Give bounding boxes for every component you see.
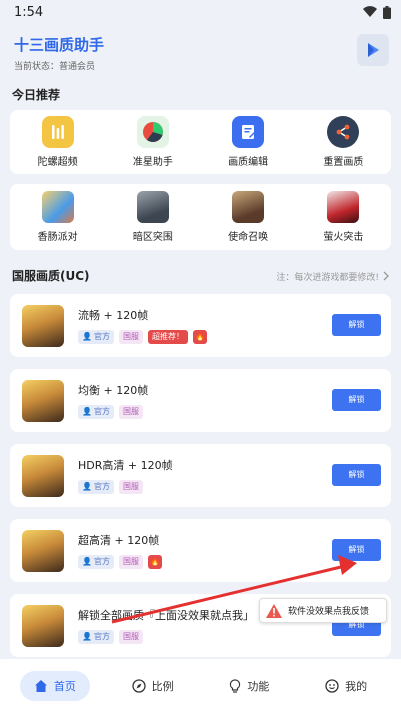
status-bar: 1:54 — [0, 0, 401, 24]
tab-label: 我的 — [345, 680, 368, 693]
gyro-icon — [41, 116, 74, 148]
app-header: 十三画质助手 当前状态：普通会员 — [0, 24, 401, 84]
tab-ratio[interactable]: 比例 — [118, 671, 188, 701]
wifi-icon — [363, 6, 377, 18]
home-icon — [34, 680, 47, 692]
preset-tags: 👤 官方 国服 — [78, 405, 148, 419]
unlock-button[interactable]: 解锁 — [332, 464, 381, 486]
cn-tag: 国服 — [118, 330, 143, 344]
preset-title: 均衡 + 120帧 — [78, 384, 149, 397]
recommend-tag: 超推荐！ — [147, 330, 188, 344]
game-label: 暗区突围 — [132, 232, 173, 243]
fire-icon: 🔥 — [192, 330, 207, 344]
game-call-of-duty[interactable]: 使命召唤 — [208, 191, 288, 243]
warning-icon — [266, 603, 282, 618]
game-sausage-party[interactable]: 香肠派对 — [18, 191, 98, 243]
play-icon — [368, 43, 379, 57]
official-tag: 👤 官方 — [78, 480, 114, 494]
user-icon: 👤 — [82, 482, 92, 491]
preset-title: HDR高清 + 120帧 — [78, 459, 173, 472]
smile-icon — [325, 679, 339, 693]
preset-item: 流畅 + 120帧 👤 官方 国服 超推荐！ 🔥 解锁 — [10, 294, 391, 357]
feedback-button[interactable]: 软件没效果点我反馈 — [259, 598, 387, 623]
bulb-icon — [230, 679, 241, 693]
game-firefly-icon — [327, 191, 360, 223]
tools-card: 陀螺超频 准星助手 画质编辑 重置画质 — [10, 110, 391, 174]
tab-home[interactable]: 首页 — [19, 671, 90, 701]
cn-tag: 国服 — [118, 480, 143, 494]
today-section-title: 今日推荐 — [12, 88, 61, 102]
member-status: 当前状态：普通会员 — [14, 62, 96, 72]
status-time: 1:54 — [14, 4, 44, 20]
user-icon: 👤 — [82, 407, 92, 416]
tool-gyro[interactable]: 陀螺超频 — [18, 116, 98, 168]
games-card: 香肠派对 暗区突围 使命召唤 萤火突击 — [10, 184, 391, 250]
pubg-thumbnail — [22, 454, 64, 497]
tool-reset[interactable]: 重置画质 — [303, 116, 383, 168]
preset-title: 解锁全部画质『上面没效果就点我」 — [78, 609, 253, 622]
preset-title: 超高清 + 120帧 — [78, 534, 160, 547]
play-button[interactable] — [357, 34, 389, 66]
pubg-thumbnail — [22, 604, 64, 647]
preset-item: HDR高清 + 120帧 👤 官方 国服 解锁 — [10, 444, 391, 507]
pubg-thumbnail — [22, 529, 64, 572]
status-icons — [363, 5, 391, 19]
official-tag: 👤 官方 — [78, 630, 114, 644]
compass-icon — [131, 679, 146, 693]
tab-features[interactable]: 功能 — [215, 671, 283, 701]
cn-section-header: 国服画质(UC) 注：每次进游戏都要修改! — [0, 264, 401, 288]
preset-tags: 👤 官方 国服 — [78, 630, 253, 644]
tool-label: 准星助手 — [132, 157, 173, 168]
cn-tag: 国服 — [118, 405, 143, 419]
tool-crosshair[interactable]: 准星助手 — [113, 116, 193, 168]
game-duty-icon — [232, 191, 265, 223]
edit-icon — [232, 116, 265, 148]
user-icon: 👤 — [82, 332, 92, 341]
game-arena-breakout[interactable]: 暗区突围 — [113, 191, 193, 243]
game-label: 香肠派对 — [37, 232, 78, 243]
preset-item: 超高清 + 120帧 👤 官方 国服 🔥 解锁 — [10, 519, 391, 582]
tool-label: 重置画质 — [323, 157, 364, 168]
chevron-right-icon — [383, 271, 389, 281]
user-icon: 👤 — [82, 632, 92, 641]
tab-mine[interactable]: 我的 — [311, 671, 381, 701]
preset-tags: 👤 官方 国服 🔥 — [78, 555, 162, 569]
unlock-button[interactable]: 解锁 — [332, 314, 381, 336]
cn-tag: 国服 — [118, 555, 143, 569]
tab-label: 功能 — [247, 680, 270, 693]
cn-tag: 国服 — [118, 630, 143, 644]
tool-edit[interactable]: 画质编辑 — [208, 116, 288, 168]
preset-tags: 👤 官方 国服 超推荐！ 🔥 — [78, 330, 207, 344]
feedback-label: 软件没效果点我反馈 — [288, 607, 370, 617]
cn-section-title: 国服画质(UC) — [12, 269, 90, 283]
game-firefly-assault[interactable]: 萤火突击 — [303, 191, 383, 243]
crosshair-pie-icon — [136, 116, 169, 148]
official-tag: 👤 官方 — [78, 555, 114, 569]
tab-label: 首页 — [53, 680, 76, 693]
app-title: 十三画质助手 — [14, 36, 105, 54]
unlock-button[interactable]: 解锁 — [332, 539, 381, 561]
battery-icon — [383, 5, 391, 19]
share-icon — [327, 116, 360, 148]
game-label: 使命召唤 — [228, 232, 269, 243]
unlock-button[interactable]: 解锁 — [332, 389, 381, 411]
official-tag: 👤 官方 — [78, 405, 114, 419]
tab-label: 比例 — [151, 680, 174, 693]
preset-title: 流畅 + 120帧 — [78, 309, 149, 322]
game-sausage-icon — [41, 191, 74, 223]
pubg-thumbnail — [22, 379, 64, 422]
cn-hint: 注：每次进游戏都要修改! — [276, 270, 389, 283]
hint-text: 注：每次进游戏都要修改! — [276, 272, 379, 283]
pubg-thumbnail — [22, 304, 64, 347]
preset-tags: 👤 官方 国服 — [78, 480, 173, 494]
fire-icon: 🔥 — [147, 555, 162, 569]
game-soldier-icon — [136, 191, 169, 223]
preset-item: 均衡 + 120帧 👤 官方 国服 解锁 — [10, 369, 391, 432]
user-icon: 👤 — [82, 557, 92, 566]
game-label: 萤火突击 — [323, 232, 364, 243]
official-tag: 👤 官方 — [78, 330, 114, 344]
tool-label: 陀螺超频 — [37, 157, 78, 168]
bottom-tab-bar: 首页 比例 功能 我的 — [0, 659, 401, 713]
tool-label: 画质编辑 — [228, 157, 269, 168]
